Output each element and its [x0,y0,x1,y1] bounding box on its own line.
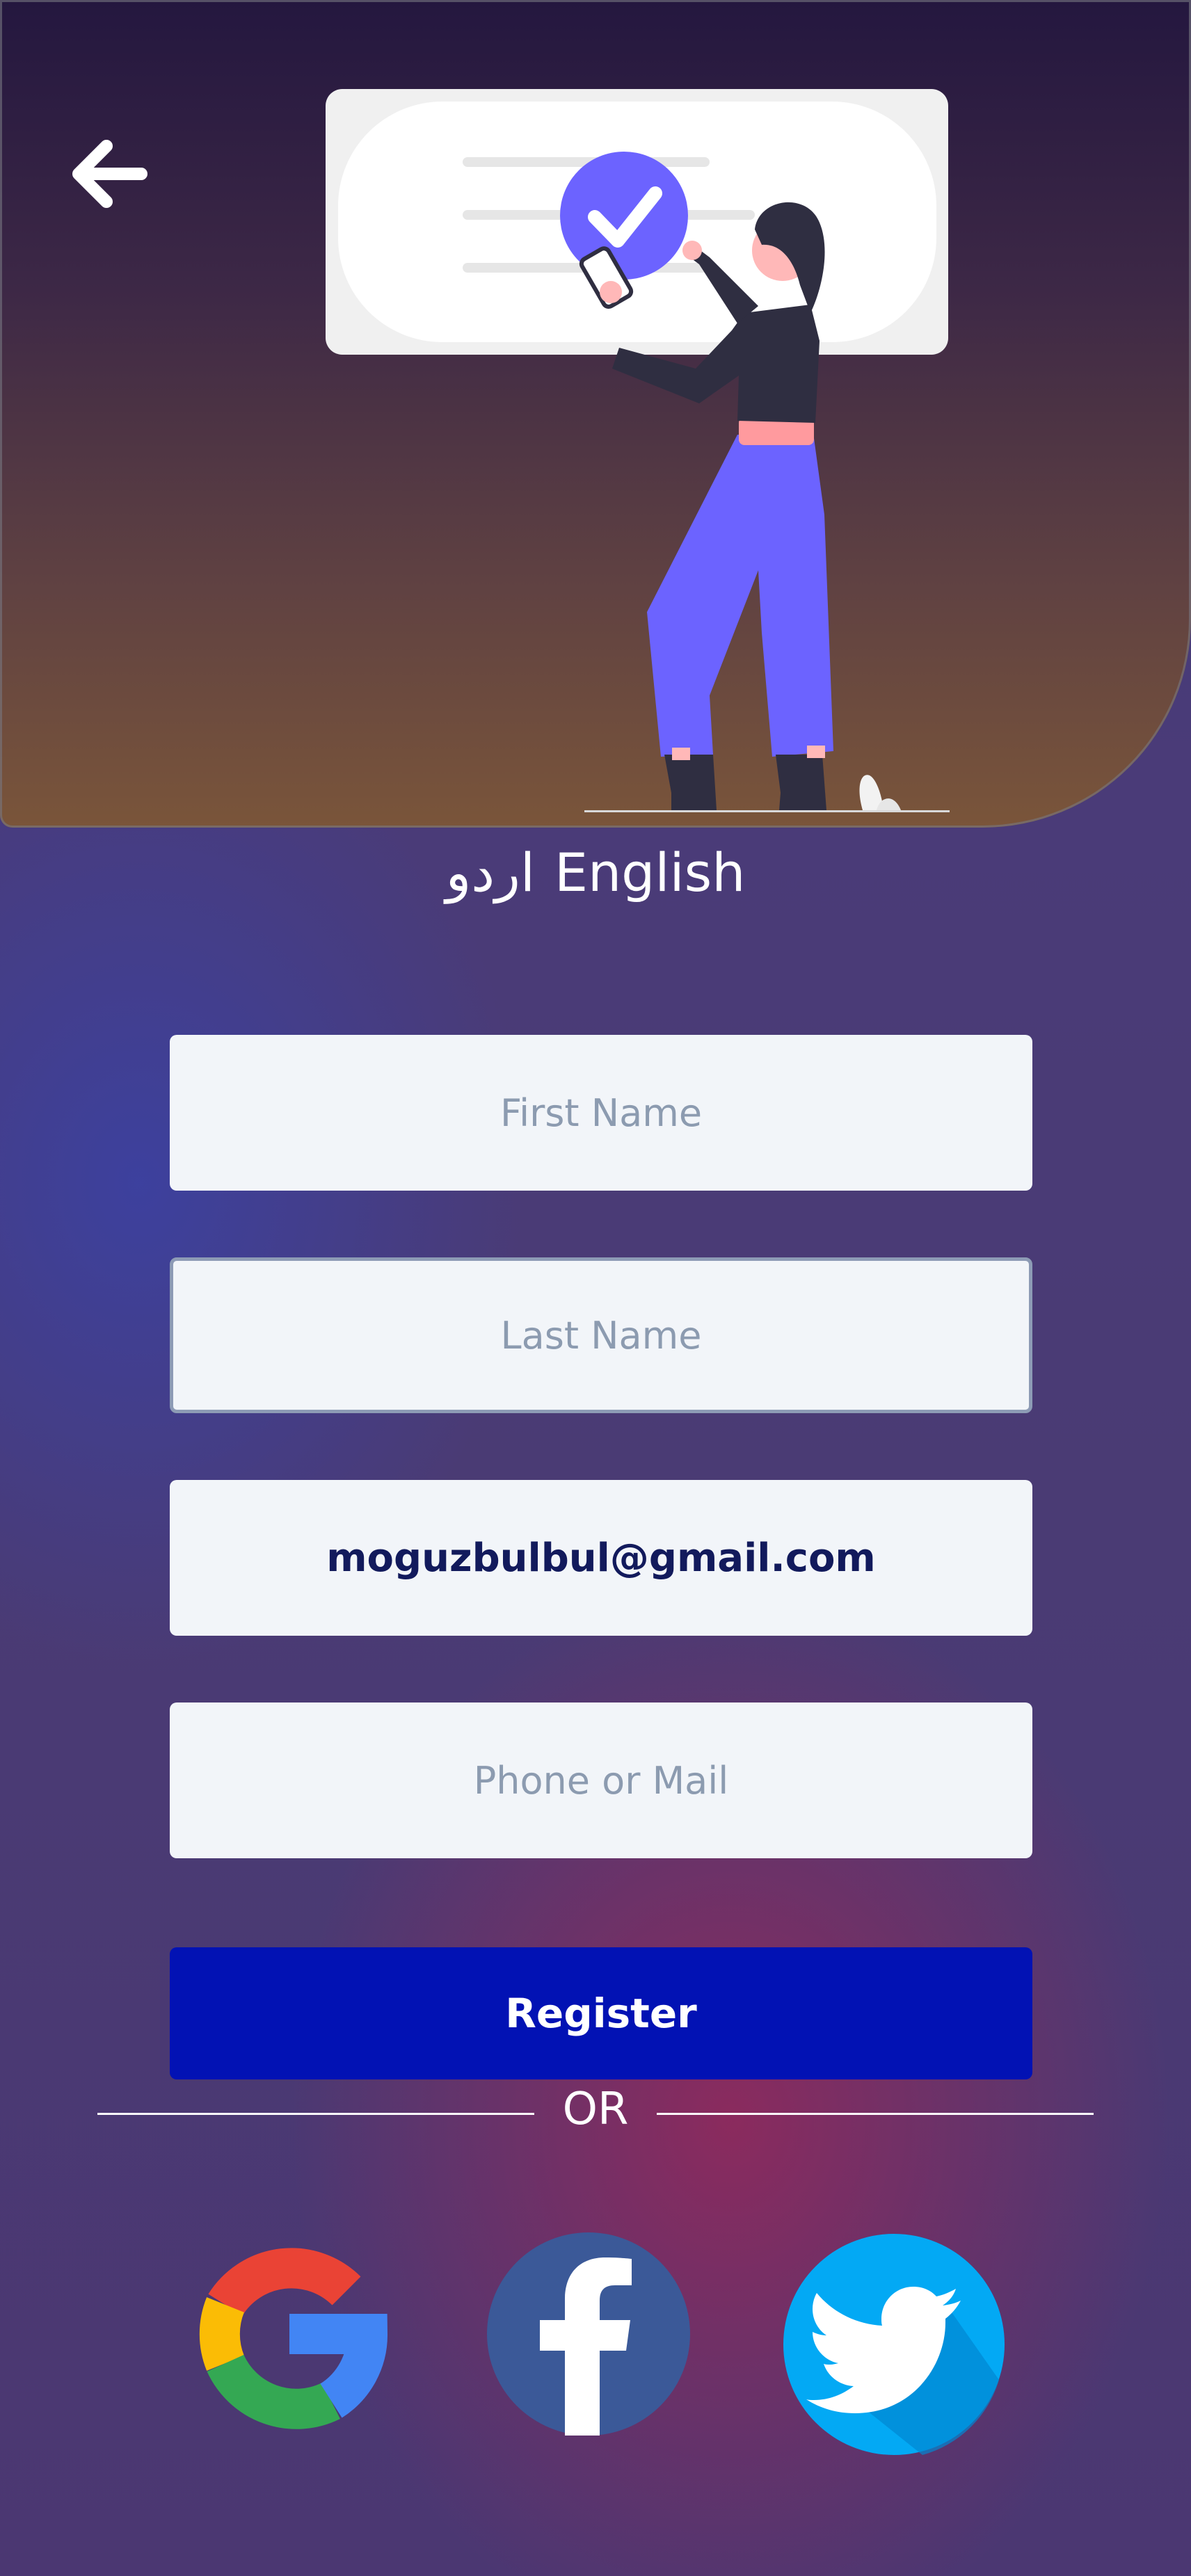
google-login-button[interactable] [185,2230,394,2441]
back-button[interactable] [61,125,159,223]
phone-or-mail-field[interactable]: Phone or Mail [170,1702,1032,1858]
or-divider-right [657,2113,1094,2115]
language-selector: اردو English [0,842,1191,903]
phone-or-mail-placeholder: Phone or Mail [473,1758,729,1803]
google-icon [199,2248,387,2429]
email-field[interactable]: moguzbulbul@gmail.com [170,1480,1032,1636]
arrow-left-icon [72,140,147,208]
language-urdu[interactable]: اردو [436,842,545,903]
register-button[interactable]: Register [170,1947,1032,2079]
last-name-placeholder: Last Name [500,1313,702,1358]
twitter-icon [783,2234,1005,2455]
language-english[interactable]: English [545,842,755,903]
email-value: moguzbulbul@gmail.com [326,1535,876,1581]
hero-banner [0,0,1191,828]
first-name-field[interactable]: First Name [170,1035,1032,1191]
twitter-login-button[interactable] [783,2234,1005,2458]
first-name-placeholder: First Name [499,1090,703,1135]
last-name-field[interactable]: Last Name [170,1257,1032,1413]
or-label: OR [562,2084,629,2135]
facebook-login-button[interactable] [487,2232,690,2438]
facebook-icon [487,2232,690,2436]
register-label: Register [505,1990,697,2037]
woman-checkmark-illustration [326,89,950,812]
